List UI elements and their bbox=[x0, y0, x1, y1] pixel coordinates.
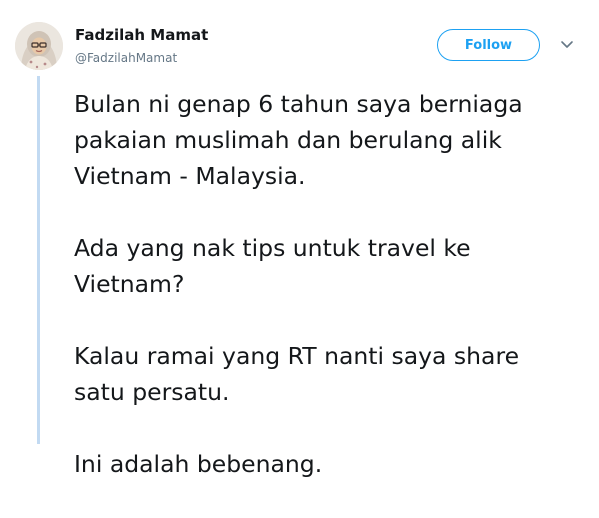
tweet-paragraph: Bulan ni genap 6 tahun saya berniaga pak… bbox=[74, 86, 584, 194]
chevron-down-icon[interactable] bbox=[560, 40, 574, 50]
user-name[interactable]: Fadzilah Mamat bbox=[75, 26, 208, 44]
tweet-line: Vietnam? bbox=[74, 270, 185, 298]
profile-photo-icon bbox=[15, 22, 63, 70]
tweet-line: Bulan ni genap 6 tahun saya berniaga bbox=[74, 90, 523, 118]
user-handle[interactable]: @FadzilahMamat bbox=[75, 51, 177, 65]
tweet-line: Ada yang nak tips untuk travel ke bbox=[74, 234, 471, 262]
tweet-text: Bulan ni genap 6 tahun saya berniaga pak… bbox=[74, 86, 584, 518]
tweet-line: Kalau ramai yang RT nanti saya share bbox=[74, 342, 520, 370]
tweet-paragraph: Kalau ramai yang RT nanti saya share sat… bbox=[74, 338, 584, 410]
tweet-paragraph: Ini adalah bebenang. bbox=[74, 446, 584, 482]
tweet-line: Vietnam - Malaysia. bbox=[74, 162, 306, 190]
tweet-line: Ini adalah bebenang. bbox=[74, 450, 323, 478]
thread-line bbox=[37, 76, 40, 444]
tweet-line: pakaian muslimah dan berulang alik bbox=[74, 126, 502, 154]
tweet-paragraph: Ada yang nak tips untuk travel ke Vietna… bbox=[74, 230, 584, 302]
avatar[interactable] bbox=[15, 22, 63, 70]
tweet-line: satu persatu. bbox=[74, 378, 230, 406]
follow-button[interactable]: Follow bbox=[437, 29, 540, 61]
tweet-card: Fadzilah Mamat @FadzilahMamat Follow Bul… bbox=[0, 0, 599, 478]
